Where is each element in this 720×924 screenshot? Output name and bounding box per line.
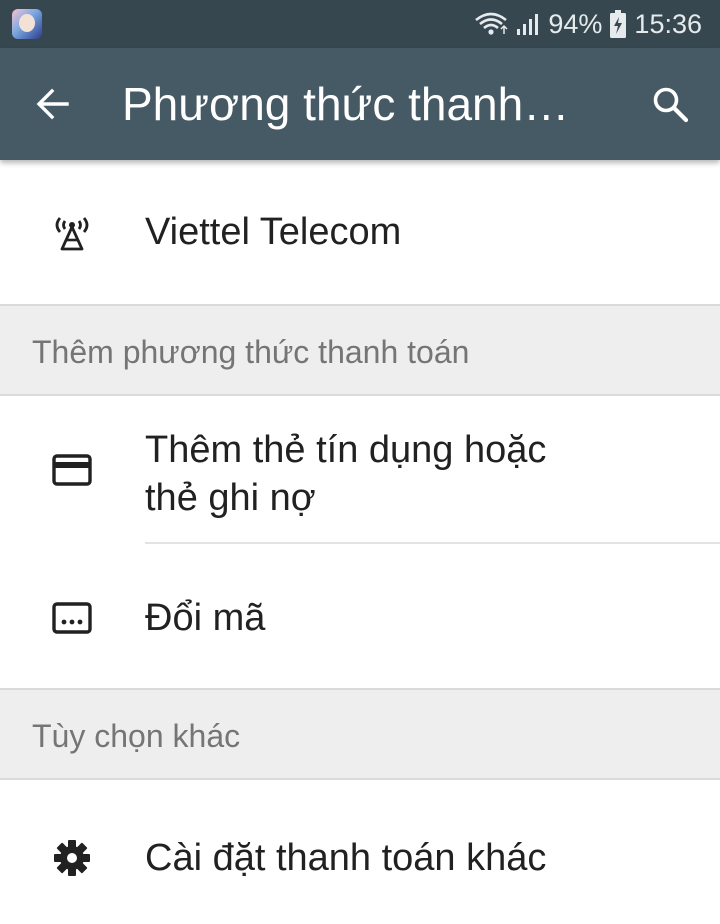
section-header-add-payment: Thêm phương thức thanh toán (0, 304, 720, 396)
redeem-code-item[interactable]: Đổi mã (0, 544, 720, 688)
status-bar: 94% 15:36 (0, 0, 720, 48)
payment-method-label: Viettel Telecom (145, 211, 402, 253)
status-indicators: 94% 15:36 (474, 0, 702, 48)
clock: 15:36 (634, 8, 702, 39)
redeem-code-icon (50, 596, 94, 640)
add-card-label-line1: Thêm thẻ tín dụng hoặc (145, 429, 547, 471)
redeem-code-label: Đổi mã (145, 597, 266, 639)
carrier-antenna-icon (50, 210, 94, 254)
search-icon[interactable] (648, 82, 692, 126)
other-payment-settings-item[interactable]: Cài đặt thanh toán khác (0, 780, 720, 924)
section-title: Thêm phương thức thanh toán (32, 334, 470, 370)
section-header-other-options: Tùy chọn khác (0, 688, 720, 780)
add-card-label-line2: thẻ ghi nợ (145, 477, 316, 519)
app-bar: Phương thức thanh… (0, 48, 720, 160)
battery-charging-icon (610, 10, 627, 38)
page-title: Phương thức thanh… (122, 78, 570, 130)
credit-card-icon (50, 448, 94, 492)
wifi-icon (474, 11, 508, 37)
app-notification-icon (12, 9, 42, 39)
add-card-item[interactable]: Thêm thẻ tín dụng hoặc thẻ ghi nợ (0, 396, 720, 542)
gear-icon (50, 836, 94, 880)
battery-percent: 94% (548, 8, 603, 39)
back-arrow-icon[interactable] (30, 82, 74, 126)
other-payment-settings-label: Cài đặt thanh toán khác (145, 837, 547, 879)
section-title: Tùy chọn khác (32, 718, 241, 754)
signal-icon (516, 12, 540, 36)
payment-method-viettel[interactable]: Viettel Telecom (0, 160, 720, 304)
